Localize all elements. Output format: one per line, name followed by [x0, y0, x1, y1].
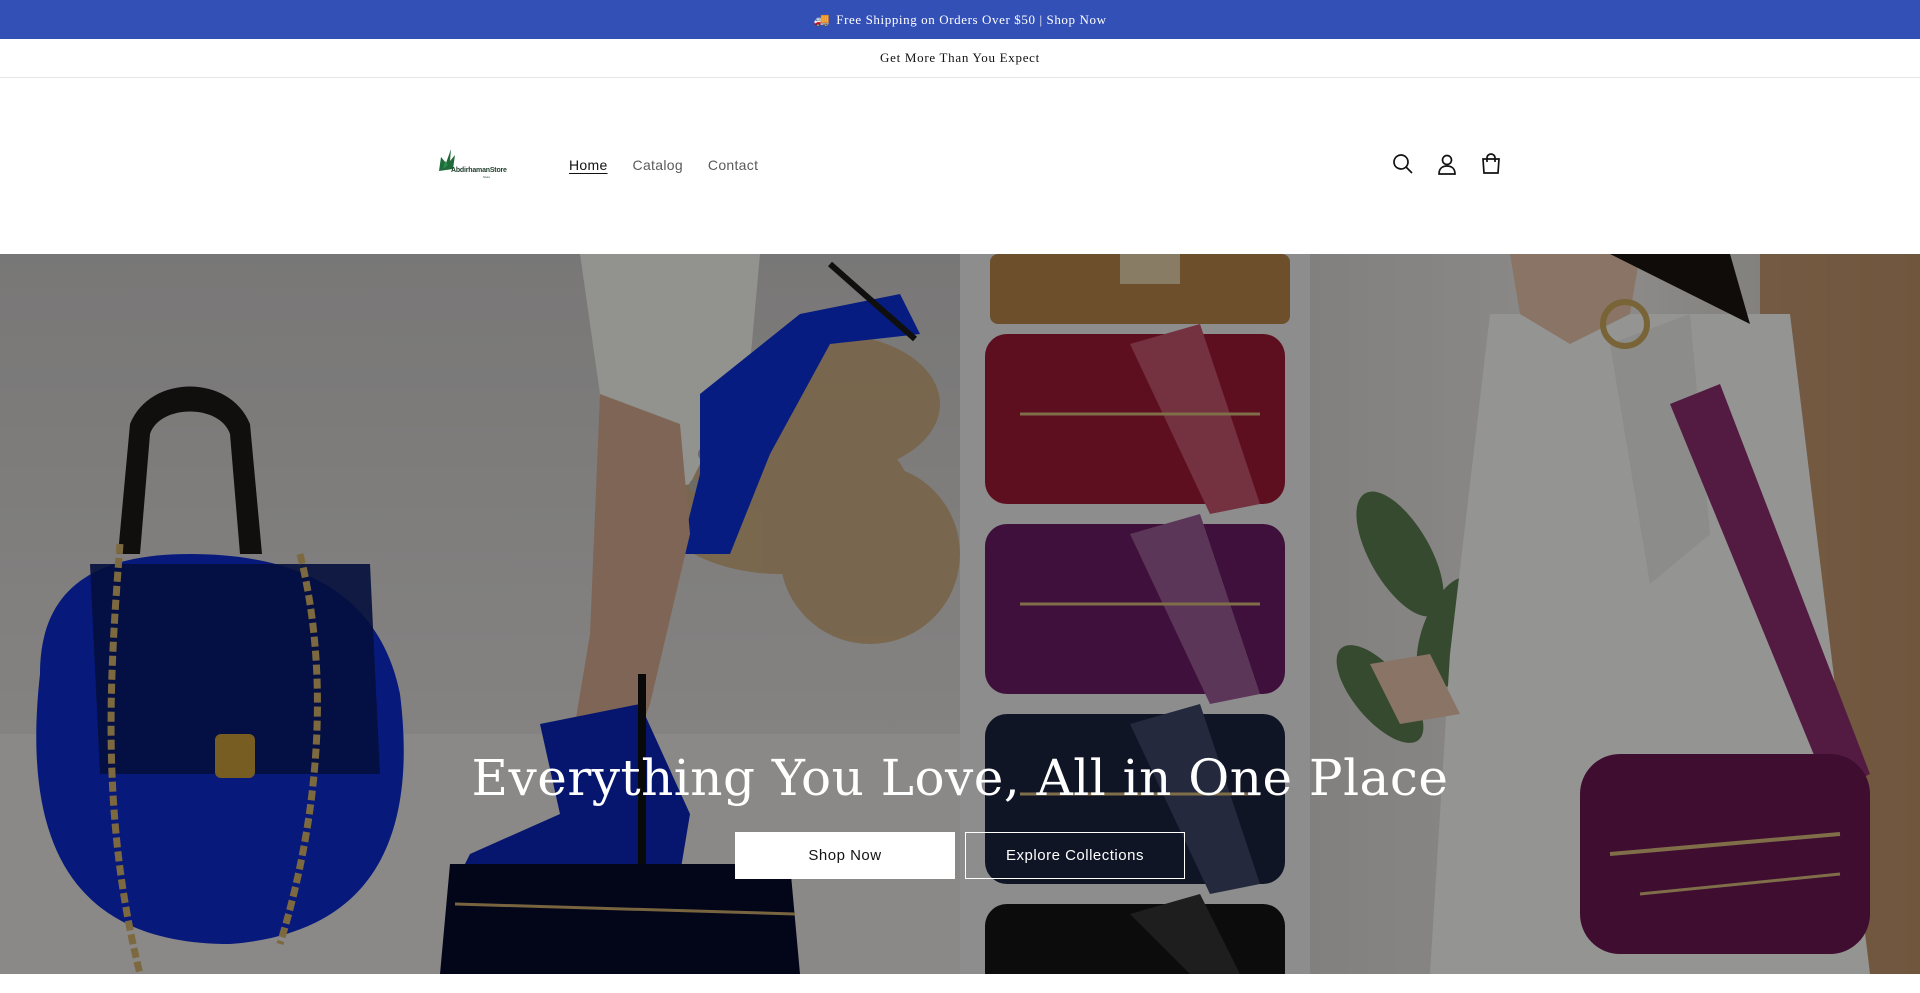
cart-icon[interactable]: [1479, 152, 1503, 176]
hero-buttons: Shop Now Explore Collections: [735, 832, 1185, 879]
nav-item-catalog[interactable]: Catalog: [633, 157, 683, 173]
store-logo[interactable]: AbdirhamanStore Store: [437, 147, 513, 183]
announcement-text: Free Shipping on Orders Over $50 | Shop …: [836, 11, 1107, 27]
main-nav: Home Catalog Contact: [569, 157, 783, 173]
hero-title: Everything You Love, All in One Place: [471, 749, 1449, 807]
secondary-announcement-bar: Get More Than You Expect: [0, 39, 1920, 78]
header-icons: [1391, 152, 1503, 176]
logo-text: AbdirhamanStore: [451, 167, 507, 174]
nav-item-contact[interactable]: Contact: [708, 157, 758, 173]
shop-now-button[interactable]: Shop Now: [735, 832, 955, 879]
account-icon[interactable]: [1435, 152, 1459, 176]
site-header: AbdirhamanStore Store Home Catalog Conta…: [0, 79, 1920, 254]
nav-item-home[interactable]: Home: [569, 157, 608, 173]
announcement-bar[interactable]: 🚚 Free Shipping on Orders Over $50 | Sho…: [0, 0, 1920, 39]
hero-banner: Everything You Love, All in One Place Sh…: [0, 254, 1920, 974]
secondary-announcement-text: Get More Than You Expect: [880, 50, 1040, 65]
page-bottom-strip: [0, 974, 1920, 993]
explore-collections-button[interactable]: Explore Collections: [965, 832, 1185, 879]
hero-content: Everything You Love, All in One Place Sh…: [0, 749, 1920, 879]
delivery-truck-icon: 🚚: [813, 11, 831, 27]
logo-subtext: Store: [483, 175, 491, 179]
search-icon[interactable]: [1391, 152, 1415, 176]
